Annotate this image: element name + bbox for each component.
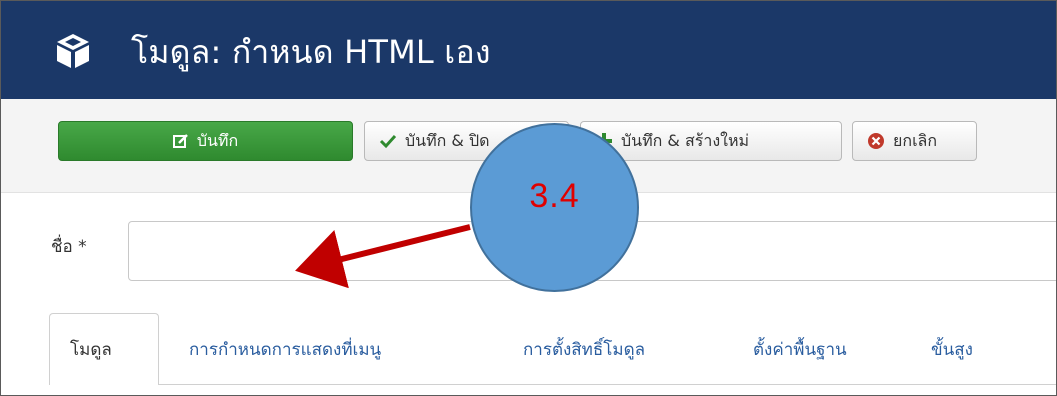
tab-basic-settings[interactable]: ตั้งค่าพื้นฐาน (753, 313, 847, 385)
save-close-label: บันทึก & ปิด (405, 130, 490, 150)
check-icon (379, 133, 397, 149)
annotation-callout: 3.4 (470, 123, 639, 292)
cancel-button[interactable]: ยกเลิก (852, 121, 977, 161)
tab-advanced[interactable]: ขั้นสูง (931, 313, 973, 385)
tab-module-permissions[interactable]: การตั้งสิทธิ์โมดูล (523, 313, 645, 385)
annotation-label: 3.4 (529, 177, 580, 215)
cancel-circle-icon (867, 132, 885, 150)
tab-bar: โมดูล การกำหนดการแสดงที่เมนู การตั้งสิทธ… (49, 313, 1056, 395)
page-header: โมดูล: กำหนด HTML เอง (1, 1, 1056, 99)
cancel-label: ยกเลิก (893, 130, 938, 150)
tab-module[interactable]: โมดูล (49, 313, 159, 385)
cube-icon (57, 34, 89, 68)
save-new-label: บันทึก & สร้างใหม่ (621, 130, 750, 150)
edit-icon (172, 133, 189, 149)
save-button[interactable]: บันทึก (58, 121, 353, 161)
tab-menu-assignment[interactable]: การกำหนดการแสดงที่เมนู (189, 313, 381, 385)
name-field-label: ชื่อ * (51, 237, 87, 257)
save-label: บันทึก (196, 130, 239, 150)
page-title: โมดูล: กำหนด HTML เอง (131, 33, 491, 71)
